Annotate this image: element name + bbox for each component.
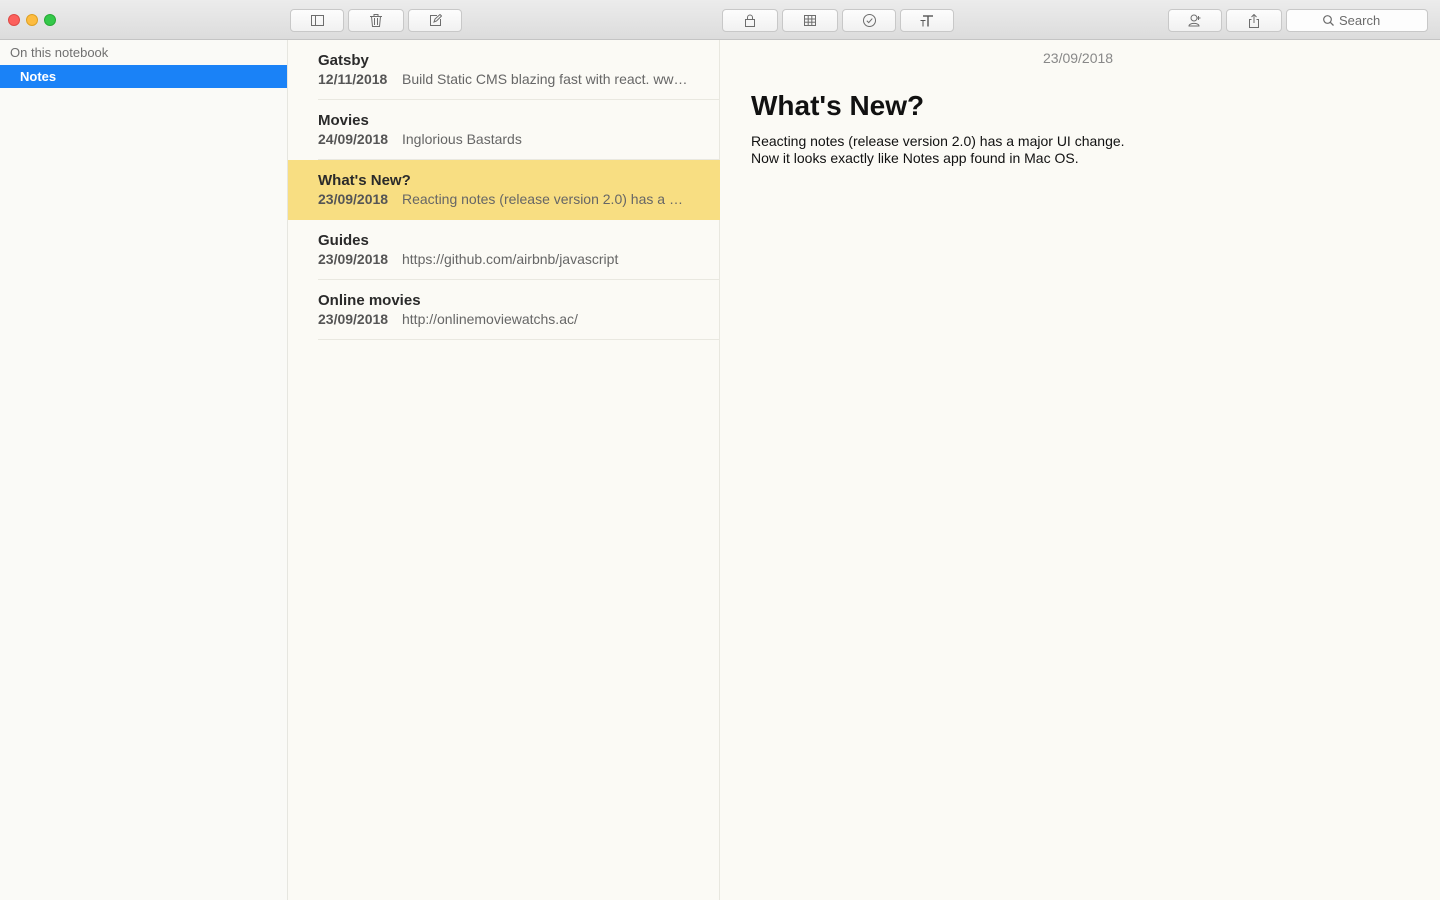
search-field[interactable] bbox=[1286, 9, 1428, 32]
sidebar-item-notes[interactable]: Notes bbox=[0, 65, 287, 88]
toggle-sidebar-button[interactable] bbox=[290, 9, 344, 32]
note-editor[interactable]: 23/09/2018 What's New? Reacting notes (r… bbox=[721, 40, 1440, 900]
text-format-icon bbox=[920, 14, 933, 26]
note-preview: Inglorious Bastards bbox=[402, 131, 522, 147]
window-minimize-button[interactable] bbox=[26, 14, 38, 26]
note-title: Guides bbox=[318, 232, 369, 249]
add-person-icon bbox=[1188, 14, 1201, 27]
trash-icon bbox=[370, 14, 382, 27]
note-list-item[interactable]: Guides 23/09/2018 https://github.com/air… bbox=[288, 220, 720, 280]
new-note-button[interactable] bbox=[408, 9, 462, 32]
note-title: Movies bbox=[318, 112, 369, 129]
note-list-item[interactable]: Movies 24/09/2018 Inglorious Bastards bbox=[288, 100, 720, 160]
share-button[interactable] bbox=[1226, 9, 1282, 32]
sidebar-header: On this notebook bbox=[10, 45, 109, 60]
note-title: Online movies bbox=[318, 292, 421, 309]
editor-body-line: Now it looks exactly like Notes app foun… bbox=[751, 150, 1079, 166]
checklist-button[interactable] bbox=[842, 9, 896, 32]
note-date: 23/09/2018 bbox=[318, 251, 389, 267]
window-toolbar bbox=[0, 0, 1440, 40]
editor-date: 23/09/2018 bbox=[1043, 50, 1114, 66]
window-maximize-button[interactable] bbox=[44, 14, 56, 26]
note-list-item-selected[interactable]: What's New? 23/09/2018 Reacting notes (r… bbox=[288, 160, 720, 220]
editor-title[interactable]: What's New? bbox=[751, 90, 924, 122]
note-preview: https://github.com/airbnb/javascript bbox=[402, 251, 619, 267]
compose-icon bbox=[429, 14, 442, 26]
sidebar: On this notebook Notes bbox=[0, 40, 288, 900]
share-icon bbox=[1249, 13, 1259, 28]
note-list-item[interactable]: Online movies 23/09/2018 http://onlinemo… bbox=[288, 280, 720, 340]
note-date: 23/09/2018 bbox=[318, 191, 389, 207]
search-icon bbox=[1323, 15, 1334, 26]
checkmark-circle-icon bbox=[862, 14, 876, 27]
note-title: Gatsby bbox=[318, 52, 369, 69]
window-close-button[interactable] bbox=[8, 14, 20, 26]
notes-list: Gatsby 12/11/2018 Build Static CMS blazi… bbox=[288, 40, 720, 900]
note-date: 24/09/2018 bbox=[318, 131, 389, 147]
editor-body-line: Reacting notes (release version 2.0) has… bbox=[751, 133, 1125, 149]
delete-note-button[interactable] bbox=[348, 9, 404, 32]
add-people-button[interactable] bbox=[1168, 9, 1222, 32]
note-title: What's New? bbox=[318, 172, 411, 189]
sidebar-item-label: Notes bbox=[20, 69, 57, 84]
lock-icon bbox=[745, 14, 755, 27]
note-preview: Build Static CMS blazing fast with react… bbox=[402, 71, 694, 87]
note-date: 12/11/2018 bbox=[318, 71, 388, 87]
note-date: 23/09/2018 bbox=[318, 311, 389, 327]
search-input[interactable] bbox=[1339, 13, 1391, 28]
note-preview: http://onlinemoviewatchs.ac/ bbox=[402, 311, 578, 327]
text-format-button[interactable] bbox=[900, 9, 954, 32]
editor-body[interactable]: Reacting notes (release version 2.0) has… bbox=[751, 133, 1271, 167]
lock-note-button[interactable] bbox=[722, 9, 778, 32]
insert-table-button[interactable] bbox=[782, 9, 838, 32]
sidebar-icon bbox=[310, 15, 324, 26]
divider bbox=[318, 339, 720, 340]
note-preview: Reacting notes (release version 2.0) has… bbox=[402, 191, 694, 207]
note-list-item[interactable]: Gatsby 12/11/2018 Build Static CMS blazi… bbox=[288, 40, 720, 100]
table-icon bbox=[804, 15, 816, 26]
